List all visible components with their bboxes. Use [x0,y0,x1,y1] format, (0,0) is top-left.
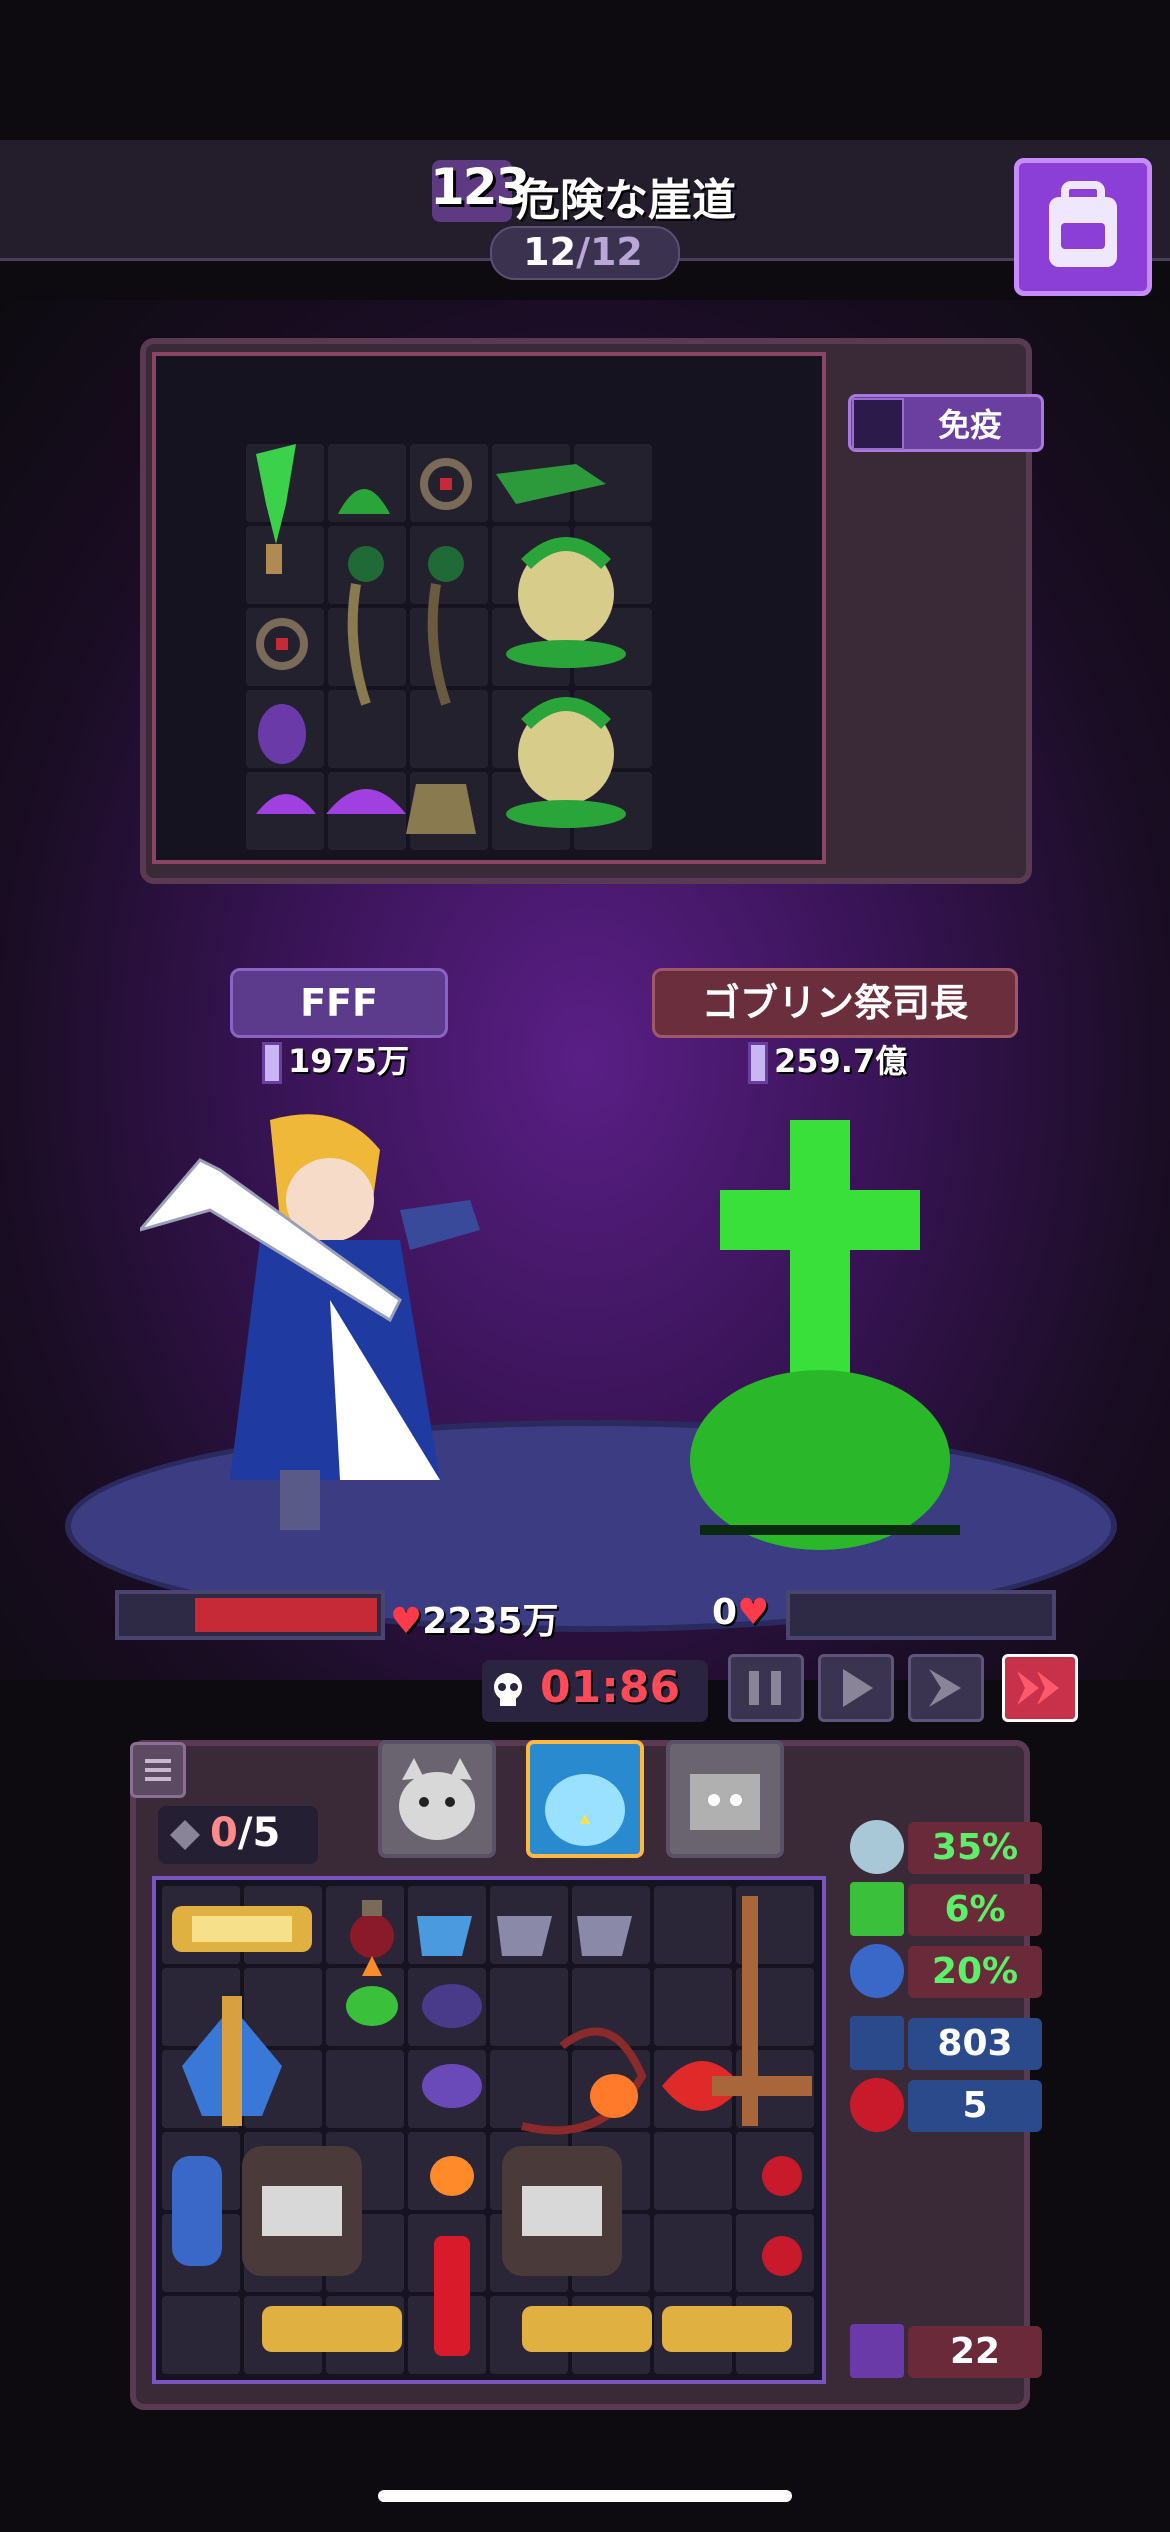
fast-forward-button[interactable] [908,1654,984,1722]
double-speed-icon [1017,1671,1059,1705]
purple-mushroom-icon [256,789,406,814]
wind-icon [850,1944,904,1998]
blue-shield-icon [172,2156,222,2266]
gem-max: /5 [237,1810,281,1856]
orb-icon [850,1820,904,1874]
purple-mask-icon [422,1984,482,2108]
enemy-hp: 0♥ [712,1592,769,1633]
enemy-sprite [690,1120,960,1550]
blue-gauntlet-icon [417,1916,472,1956]
player-power: 1975万 [262,1036,409,1084]
tab-cat-hero[interactable] [378,1740,496,1858]
ring-icon [420,458,472,510]
tab-robot-hero[interactable] [666,1740,784,1858]
sword-icon-enemy [748,1042,768,1084]
wave-counter-text: 12/12 [490,230,676,274]
hero-sprite [140,1114,480,1530]
player-hp-fill [195,1598,377,1632]
armor-golem-icon-2 [502,2146,622,2276]
pause-icon [749,1671,781,1705]
purple-grape-icon [258,704,306,764]
crossed-swords-icon [850,2016,904,2070]
red-axe-icon [662,2061,812,2111]
enemy-power: 259.7億 [748,1036,907,1084]
fang-icon [850,2078,904,2132]
stage-number: 123 [430,158,530,216]
pause-button[interactable] [728,1654,804,1722]
immune-label: 免疫 [937,406,1002,444]
pumpkin-potion-icon [590,2074,638,2118]
player-items [172,1896,812,2356]
stage-title: 危険な崖道 [516,175,736,226]
wave-total: /12 [576,230,643,274]
timer-value: 01:86 [540,1662,681,1713]
stat-crit: 803 [908,2018,1042,2070]
heart-icon: ♥ [390,1601,423,1642]
heal-plus-icon [850,1882,904,1936]
skull-totem-icon-2 [506,697,626,828]
player-hp-value: 2235万 [422,1601,559,1642]
stat-heal: 6% [908,1884,1042,1936]
gem-current: 0 [210,1810,238,1856]
golden-scroll-icon [172,1906,312,1952]
green-dagger-icon [256,444,296,574]
cat-portrait-icon [399,1758,475,1840]
gem-icon [170,1820,200,1850]
enemy-hp-value: 0 [712,1592,738,1633]
red-potion-icon [350,1900,394,1958]
golden-scroll-icon-2 [262,2306,792,2352]
green-staff-icon [347,546,384,706]
seed-bag-icon [406,784,476,834]
tab-ghost-hero[interactable] [526,1740,644,1858]
enemy-nameplate: ゴブリン祭司長 [652,968,1018,1038]
heart-icon-enemy: ♥ [737,1592,770,1633]
player-nameplate: FFF [230,968,448,1038]
armor-golem-icon [242,2146,362,2276]
green-horn-icon [496,464,606,504]
fast-forward-icon [929,1669,961,1707]
stat-vamp: 5 [908,2080,1042,2132]
play-button[interactable] [818,1654,894,1722]
blood-vial-icon [434,2236,470,2356]
backpack-button[interactable] [1014,158,1152,296]
enemy-power-value: 259.7億 [774,1042,908,1080]
winged-cross-icon [182,1996,282,2126]
orange-potion-icon [430,2156,474,2196]
play-icon [843,1669,873,1707]
enemy-hp-bar [786,1590,1056,1640]
double-speed-button[interactable] [1002,1654,1078,1722]
sword-icon [262,1042,282,1084]
enemy-items [256,444,626,834]
skull-totem-icon [506,537,626,668]
wave-current: 12 [523,230,577,274]
gem-count: 0/5 [210,1810,280,1856]
green-staff-icon-2 [427,546,464,706]
backpack-icon [1049,181,1117,267]
monster-icon [850,2324,904,2378]
immune-icon [852,398,904,450]
gray-gauntlet-icon [497,1916,632,1956]
rose-icon [762,2156,802,2276]
stat-evade: 20% [908,1946,1042,1998]
list-icon [145,1759,171,1781]
player-power-value: 1975万 [288,1042,410,1080]
robot-portrait-icon [690,1774,760,1830]
flame-idol-icon [346,1956,398,2026]
stat-monster-count: 22 [908,2326,1042,2378]
home-indicator[interactable] [378,2490,792,2502]
ring-icon-2 [256,618,308,670]
stat-defense: 35% [908,1822,1042,1874]
menu-button[interactable] [130,1742,186,1798]
player-hp: ♥2235万 [390,1592,558,1644]
green-blob-icon [338,489,390,514]
skull-icon [494,1673,522,1706]
blue-ghost-portrait-icon [545,1774,625,1846]
